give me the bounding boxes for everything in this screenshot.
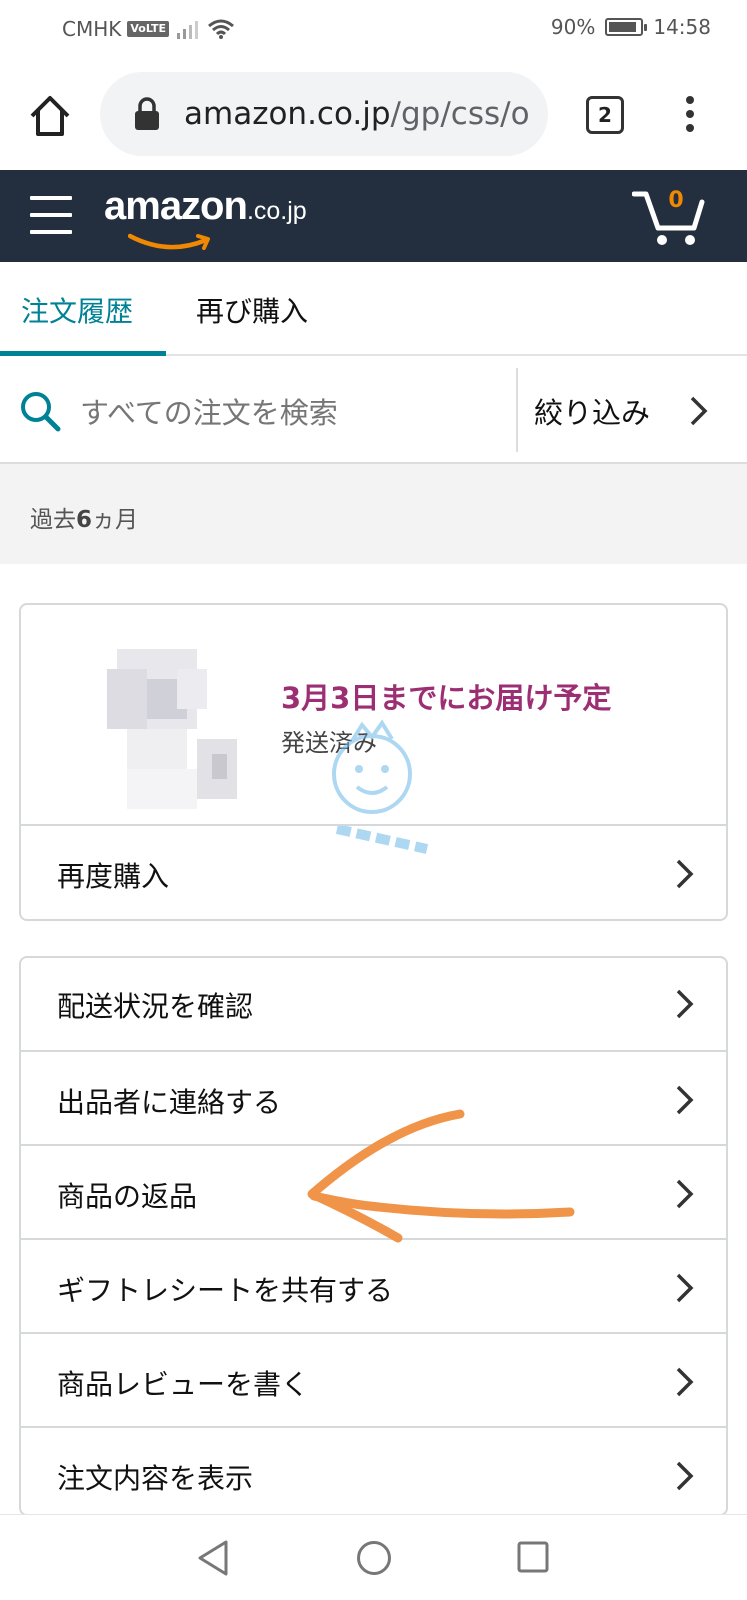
lock-icon [135, 97, 159, 130]
filter-button[interactable]: 絞り込み [534, 390, 650, 432]
product-image[interactable] [67, 629, 267, 829]
clock: 14:58 [653, 15, 711, 39]
url-text: amazon.co.jp/gp/css/o [184, 96, 530, 132]
action-share-gift-receipt[interactable]: ギフトレシートを共有する [21, 1238, 726, 1333]
status-bar: CMHK VoLTE 90% 14:58 [0, 0, 747, 58]
action-return-items[interactable]: 商品の返品 [21, 1144, 726, 1239]
signal-icon [177, 21, 199, 39]
back-icon[interactable] [196, 1540, 230, 1576]
action-label: 商品レビューを書く [57, 1368, 310, 1401]
search-row: すべての注文を検索 絞り込み [0, 356, 747, 464]
url-bar[interactable]: amazon.co.jp/gp/css/o [100, 72, 548, 156]
period-label: 過去6ヵ月 [30, 507, 139, 533]
action-contact-seller[interactable]: 出品者に連絡する [21, 1050, 726, 1145]
logo-smile-icon [128, 233, 210, 250]
chevron-right-icon [676, 1461, 694, 1491]
action-track-package[interactable]: 配送状況を確認 [21, 958, 726, 1051]
chevron-right-icon [676, 1179, 694, 1209]
volte-badge: VoLTE [127, 21, 170, 37]
action-label: ギフトレシートを共有する [57, 1274, 394, 1307]
battery-percent: 90% [550, 15, 596, 39]
amazon-header: amazon.co.jp 0 [0, 170, 747, 262]
buy-again-row[interactable]: 再度購入 [21, 824, 726, 919]
browser-toolbar: amazon.co.jp/gp/css/o 2 [0, 58, 747, 170]
delivery-estimate: 3月3日までにお届け予定 [281, 681, 612, 715]
action-write-review[interactable]: 商品レビューを書く [21, 1332, 726, 1427]
order-tabs: 注文履歴 再び購入 [0, 262, 747, 356]
action-label: 配送状況を確認 [57, 990, 254, 1023]
amazon-logo[interactable]: amazon.co.jp [104, 184, 307, 250]
recent-apps-icon[interactable] [517, 1541, 549, 1573]
cart-count: 0 [668, 188, 684, 213]
system-nav-bar [0, 1514, 747, 1600]
action-label: 商品の返品 [57, 1180, 198, 1213]
tab-buy-again[interactable]: 再び購入 [196, 290, 308, 330]
chevron-right-icon [676, 989, 694, 1019]
more-vert-icon[interactable] [684, 96, 696, 136]
chevron-right-icon [676, 1273, 694, 1303]
search-icon [21, 392, 61, 432]
carrier-label: CMHK [62, 17, 122, 41]
order-actions-card: 配送状況を確認 出品者に連絡する 商品の返品 ギフトレシートを共有する 商品レビ… [19, 956, 728, 1516]
action-label: 出品者に連絡する [57, 1086, 282, 1119]
search-input[interactable]: すべての注文を検索 [80, 390, 338, 432]
battery-icon [605, 18, 648, 36]
home-icon[interactable] [26, 92, 74, 140]
home-circle-icon[interactable] [356, 1540, 392, 1576]
tab-switcher-button[interactable]: 2 [586, 96, 624, 134]
period-filter[interactable]: 過去6ヵ月 [0, 464, 747, 564]
buy-again-label: 再度購入 [57, 860, 170, 893]
wifi-icon [208, 19, 235, 39]
status-right: 90% 14:58 [551, 15, 711, 39]
chevron-right-icon [676, 1367, 694, 1397]
tab-order-history[interactable]: 注文履歴 [21, 290, 133, 330]
logo-word: amazon [104, 184, 248, 228]
status-left: CMHK VoLTE [62, 17, 235, 41]
url-path: /gp/css/o [390, 96, 530, 132]
chevron-right-icon [676, 859, 694, 889]
logo-tld: .co.jp [246, 197, 307, 225]
order-card: 3月3日までにお届け予定 発送済み 再度購入 [19, 603, 728, 921]
chevron-right-icon[interactable] [688, 394, 710, 428]
url-domain: amazon.co.jp [184, 96, 391, 132]
hamburger-menu-icon[interactable] [30, 196, 72, 234]
battery-fill [609, 22, 636, 32]
chevron-right-icon [676, 1085, 694, 1115]
action-label: 注文内容を表示 [57, 1462, 254, 1495]
action-view-order-details[interactable]: 注文内容を表示 [21, 1426, 726, 1514]
divider [516, 368, 518, 452]
